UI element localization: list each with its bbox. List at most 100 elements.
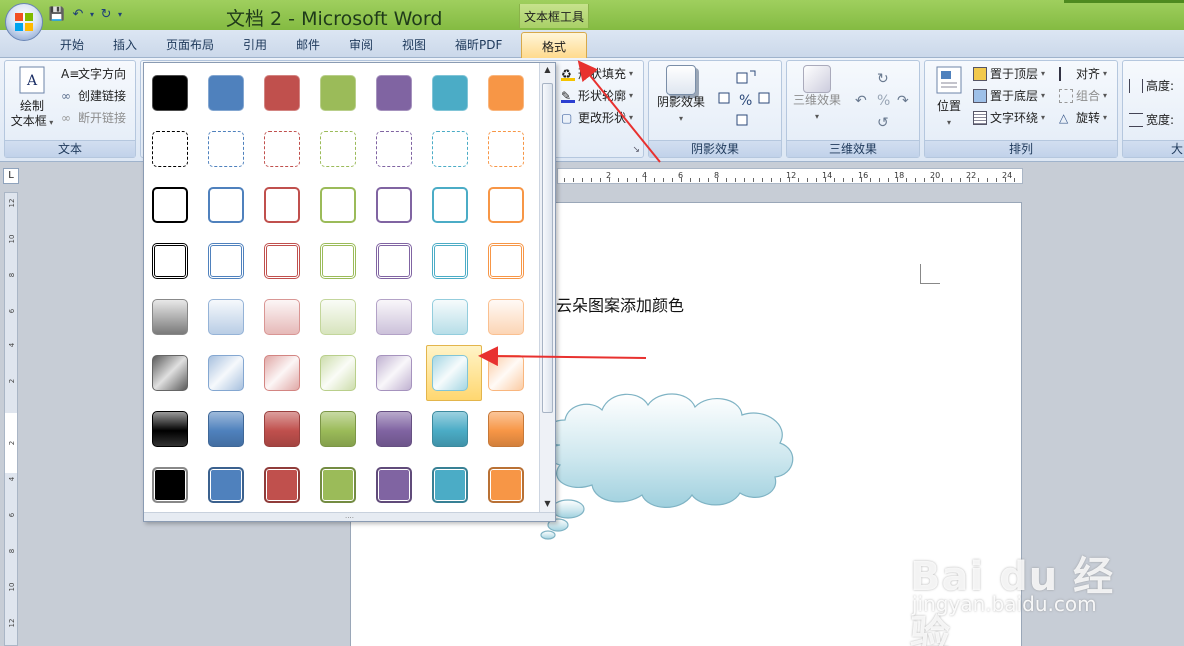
shape-width-field[interactable]: 宽度: <box>1129 111 1174 128</box>
shadow-effects-button[interactable]: 阴影效果 ▾ <box>653 65 709 126</box>
style-swatch-glossy[interactable] <box>208 411 244 447</box>
tab-insert[interactable]: 插入 <box>113 36 137 53</box>
style-swatch-dashed-outline[interactable] <box>264 131 300 167</box>
style-swatch-diagonal-gradient[interactable] <box>376 355 412 391</box>
position-button[interactable]: 位置 ▾ <box>929 65 969 130</box>
customize-qat-icon[interactable]: ▾ <box>118 10 122 19</box>
style-swatch-solid-fill[interactable] <box>488 75 524 111</box>
tab-foxit-pdf[interactable]: 福昕PDF <box>455 36 502 53</box>
style-swatch-double-outline[interactable] <box>152 243 188 279</box>
style-swatch-double-outline[interactable] <box>376 243 412 279</box>
style-swatch-glossy[interactable] <box>432 411 468 447</box>
gallery-scrollbar[interactable]: ▲ ▼ <box>539 63 555 513</box>
style-swatch-outline[interactable] <box>152 187 188 223</box>
style-swatch-glossy[interactable] <box>264 411 300 447</box>
document-body-text[interactable]: 云朵图案添加颜色 <box>556 292 684 316</box>
style-swatch-diagonal-gradient[interactable] <box>320 355 356 391</box>
change-shape-button[interactable]: ▢ 更改形状 ▾ <box>561 109 633 126</box>
style-swatch-light-gradient[interactable] <box>376 299 412 335</box>
style-swatch-dashed-outline[interactable] <box>488 131 524 167</box>
create-link-button[interactable]: ∞ 创建链接 <box>61 87 126 104</box>
style-swatch-outline[interactable] <box>376 187 412 223</box>
style-swatch-light-gradient[interactable] <box>264 299 300 335</box>
gallery-resize-handle[interactable]: .... <box>144 512 555 521</box>
tab-page-layout[interactable]: 页面布局 <box>166 36 214 53</box>
style-swatch-light-gradient[interactable] <box>320 299 356 335</box>
send-to-back-button[interactable]: 置于底层 ▾ <box>973 87 1045 104</box>
tab-home[interactable]: 开始 <box>60 36 84 53</box>
rotate-button[interactable]: △ 旋转 ▾ <box>1059 109 1107 126</box>
style-swatch-outline[interactable] <box>208 187 244 223</box>
scroll-up-icon[interactable]: ▲ <box>540 65 555 77</box>
style-swatch-double-outline[interactable] <box>432 243 468 279</box>
style-swatch-solid-bordered[interactable] <box>208 467 244 503</box>
style-swatch-solid-bordered[interactable] <box>432 467 468 503</box>
style-swatch-glossy[interactable] <box>488 411 524 447</box>
tab-references[interactable]: 引用 <box>243 36 267 53</box>
redo-icon[interactable]: ↻ <box>97 5 115 23</box>
style-swatch-double-outline[interactable] <box>488 243 524 279</box>
style-swatch-solid-bordered[interactable] <box>320 467 356 503</box>
dialog-launcher-icon[interactable]: ↘ <box>632 145 640 155</box>
shape-outline-button[interactable]: ✎ 形状轮廓 ▾ <box>561 87 633 104</box>
style-swatch-solid-fill[interactable] <box>264 75 300 111</box>
style-swatch-solid-fill[interactable] <box>320 75 356 111</box>
group-button[interactable]: 组合 ▾ <box>1059 87 1107 104</box>
style-swatch-double-outline[interactable] <box>208 243 244 279</box>
bring-to-front-button[interactable]: 置于顶层 ▾ <box>973 65 1045 82</box>
style-swatch-solid-bordered[interactable] <box>152 467 188 503</box>
style-swatch-solid-fill[interactable] <box>208 75 244 111</box>
shape-height-field[interactable]: 高度: <box>1129 77 1174 94</box>
break-link-button[interactable]: ∞ 断开链接 <box>61 109 126 126</box>
draw-textbox-button[interactable]: A 绘制 文本框 ▾ <box>9 65 55 130</box>
style-swatch-diagonal-gradient[interactable] <box>488 355 524 391</box>
style-swatch-double-outline[interactable] <box>320 243 356 279</box>
tab-mailings[interactable]: 邮件 <box>296 36 320 53</box>
style-swatch-glossy[interactable] <box>376 411 412 447</box>
text-direction-button[interactable]: A≡ 文字方向 <box>61 65 126 82</box>
style-swatch-diagonal-gradient[interactable] <box>208 355 244 391</box>
style-swatch-solid-fill[interactable] <box>376 75 412 111</box>
tab-selector[interactable]: L <box>3 168 19 184</box>
style-swatch-dashed-outline[interactable] <box>320 131 356 167</box>
shape-fill-button[interactable]: ♻ 形状填充 ▾ <box>561 65 633 82</box>
text-wrapping-button[interactable]: 文字环绕 ▾ <box>973 109 1045 126</box>
style-swatch-light-gradient[interactable] <box>432 299 468 335</box>
vertical-ruler[interactable]: 12 10 8 6 4 2 2 4 6 8 10 12 <box>4 192 18 646</box>
style-swatch-outline[interactable] <box>432 187 468 223</box>
style-swatch-outline[interactable] <box>488 187 524 223</box>
style-swatch-solid-bordered[interactable] <box>264 467 300 503</box>
tab-view[interactable]: 视图 <box>402 36 426 53</box>
style-swatch-dashed-outline[interactable] <box>208 131 244 167</box>
style-swatch-diagonal-gradient[interactable] <box>264 355 300 391</box>
save-icon[interactable]: 💾 <box>48 5 66 23</box>
style-swatch-dashed-outline[interactable] <box>152 131 188 167</box>
style-swatch-outline[interactable] <box>264 187 300 223</box>
scroll-down-icon[interactable]: ▼ <box>540 499 555 511</box>
undo-icon[interactable]: ↶ <box>69 5 87 23</box>
cloud-callout-shape[interactable] <box>530 385 810 545</box>
tab-format[interactable]: 格式 <box>521 32 587 59</box>
horizontal-ruler[interactable]: 2 4 6 8 12 14 16 18 20 22 24 <box>557 168 1023 184</box>
style-swatch-solid-fill[interactable] <box>432 75 468 111</box>
style-swatch-outline[interactable] <box>320 187 356 223</box>
style-swatch-solid-bordered[interactable] <box>376 467 412 503</box>
3d-effects-button[interactable]: 三维效果 ▾ <box>789 65 845 124</box>
scrollbar-thumb[interactable] <box>542 83 553 413</box>
style-swatch-glossy[interactable] <box>152 411 188 447</box>
style-swatch-glossy[interactable] <box>320 411 356 447</box>
tab-review[interactable]: 审阅 <box>349 36 373 53</box>
style-swatch-solid-fill[interactable] <box>152 75 188 111</box>
style-swatch-dashed-outline[interactable] <box>432 131 468 167</box>
office-button[interactable] <box>5 3 43 41</box>
align-button[interactable]: 对齐 ▾ <box>1059 65 1107 82</box>
style-swatch-light-gradient[interactable] <box>208 299 244 335</box>
style-swatch-light-gradient[interactable] <box>488 299 524 335</box>
style-swatch-light-gradient[interactable] <box>152 299 188 335</box>
style-swatch-diagonal-gradient[interactable] <box>432 355 468 391</box>
style-swatch-solid-bordered[interactable] <box>488 467 524 503</box>
style-swatch-diagonal-gradient[interactable] <box>152 355 188 391</box>
style-swatch-double-outline[interactable] <box>264 243 300 279</box>
style-swatch-dashed-outline[interactable] <box>376 131 412 167</box>
undo-dropdown-icon[interactable]: ▾ <box>90 10 94 19</box>
